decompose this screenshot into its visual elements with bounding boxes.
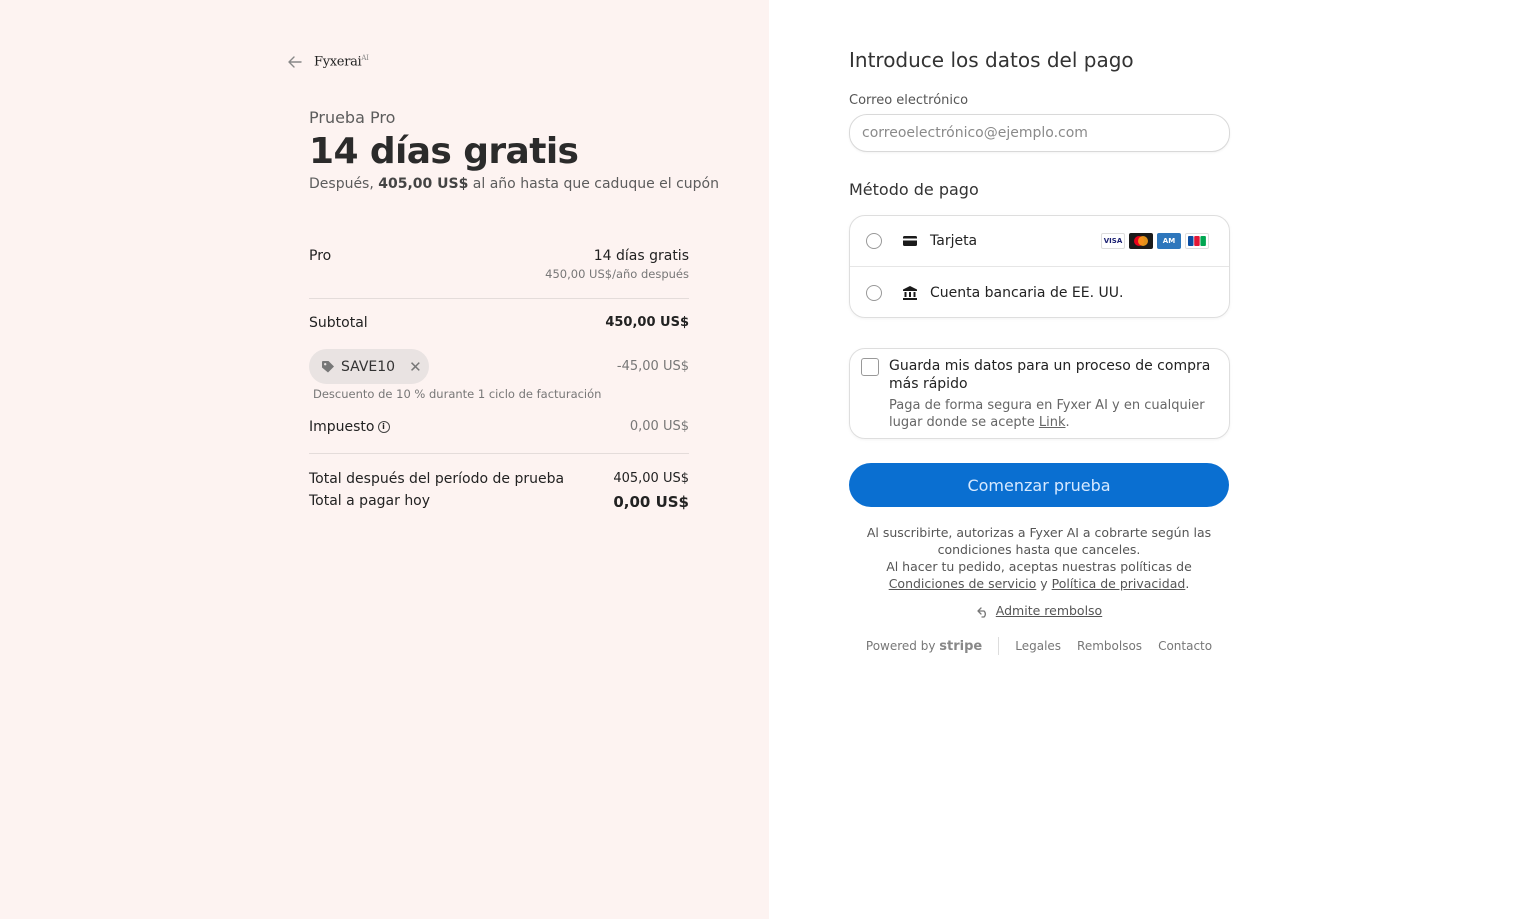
coupon-description: Descuento de 10 % durante 1 ciclo de fac… (313, 387, 602, 401)
subtotal-value: 450,00 US$ (605, 315, 689, 330)
card-brands: VISA AM (1101, 233, 1209, 249)
info-icon[interactable]: i (377, 421, 390, 433)
email-label: Correo electrónico (849, 93, 969, 108)
payment-title: Introduce los datos del pago (849, 48, 1134, 72)
refund-link[interactable]: Admite rembolso (996, 603, 1102, 618)
line-item-pro: Pro 14 días gratis 450,00 US$/año despué… (309, 248, 689, 288)
save-info-checkbox[interactable] (861, 358, 879, 376)
refund-row: Admite rembolso (849, 603, 1229, 618)
payment-method-card[interactable]: Tarjeta VISA AM (850, 216, 1229, 267)
visa-icon: VISA (1101, 233, 1125, 249)
amex-icon: AM (1157, 233, 1181, 249)
start-trial-button[interactable]: Comenzar prueba (849, 463, 1229, 507)
link-link[interactable]: Link (1039, 415, 1066, 430)
footer-divider (998, 637, 1000, 655)
card-icon (903, 236, 917, 246)
subtotal-label: Subtotal (309, 315, 368, 331)
tax-label: Impuesto i (309, 419, 390, 435)
card-radio[interactable] (866, 233, 882, 249)
card-label: Tarjeta (930, 233, 978, 249)
total-after-trial-row: Total después del período de prueba 405,… (309, 471, 689, 491)
footer-link-contact[interactable]: Contacto (1158, 639, 1212, 653)
subtotal-row: Subtotal 450,00 US$ (309, 315, 689, 335)
footer: Powered by stripe Legales Rembolsos Cont… (849, 637, 1229, 655)
trial-title: 14 días gratis (309, 131, 579, 172)
trial-subtitle: Después, 405,00 US$ al año hasta que cad… (309, 176, 719, 192)
total-after-value: 405,00 US$ (613, 471, 689, 486)
trial-label: Prueba Pro (309, 108, 396, 127)
line-item-name: Pro (309, 248, 332, 264)
refund-icon (977, 606, 986, 618)
bank-label: Cuenta bancaria de EE. UU. (930, 284, 1124, 301)
back-arrow-icon[interactable] (286, 53, 304, 71)
payment-method-label: Método de pago (849, 180, 979, 199)
total-today-row: Total a pagar hoy 0,00 US$ (309, 493, 689, 513)
terms-link[interactable]: Condiciones de servicio (889, 576, 1037, 591)
total-after-label: Total después del período de prueba (309, 471, 565, 487)
tax-row: Impuesto i 0,00 US$ (309, 419, 689, 439)
divider (309, 298, 689, 299)
line-item-price-note: 450,00 US$/año después (545, 267, 689, 281)
mastercard-icon (1129, 233, 1153, 249)
email-input[interactable] (849, 114, 1230, 152)
legal-text: Al suscribirte, autorizas a Fyxer AI a c… (866, 525, 1212, 591)
footer-link-refunds[interactable]: Rembolsos (1077, 639, 1142, 653)
jcb-icon (1185, 233, 1209, 249)
total-today-label: Total a pagar hoy (309, 493, 431, 509)
save-info-title: Guarda mis datos para un proceso de comp… (889, 358, 1211, 392)
bank-radio[interactable] (866, 284, 882, 301)
line-item-price: 14 días gratis (593, 248, 689, 264)
total-today-value: 0,00 US$ (613, 493, 689, 511)
coupon-row: -45,00 US$ (309, 359, 689, 379)
save-info-description: Paga de forma segura en Fyxer AI y en cu… (889, 398, 1205, 430)
save-info-box: Guarda mis datos para un proceso de comp… (849, 348, 1230, 439)
footer-link-legal[interactable]: Legales (1015, 639, 1061, 653)
privacy-link[interactable]: Política de privacidad (1052, 576, 1186, 591)
bank-icon (903, 285, 917, 300)
tax-value: 0,00 US$ (629, 419, 689, 434)
brand-logo[interactable]: FyxeraiAI (314, 54, 369, 69)
powered-by-stripe[interactable]: Powered by stripe (866, 639, 982, 654)
divider (309, 453, 689, 454)
coupon-value: -45,00 US$ (616, 359, 689, 374)
payment-method-list: Tarjeta VISA AM Cuenta bancaria de EE. U… (849, 215, 1230, 318)
payment-method-bank[interactable]: Cuenta bancaria de EE. UU. (850, 267, 1229, 318)
